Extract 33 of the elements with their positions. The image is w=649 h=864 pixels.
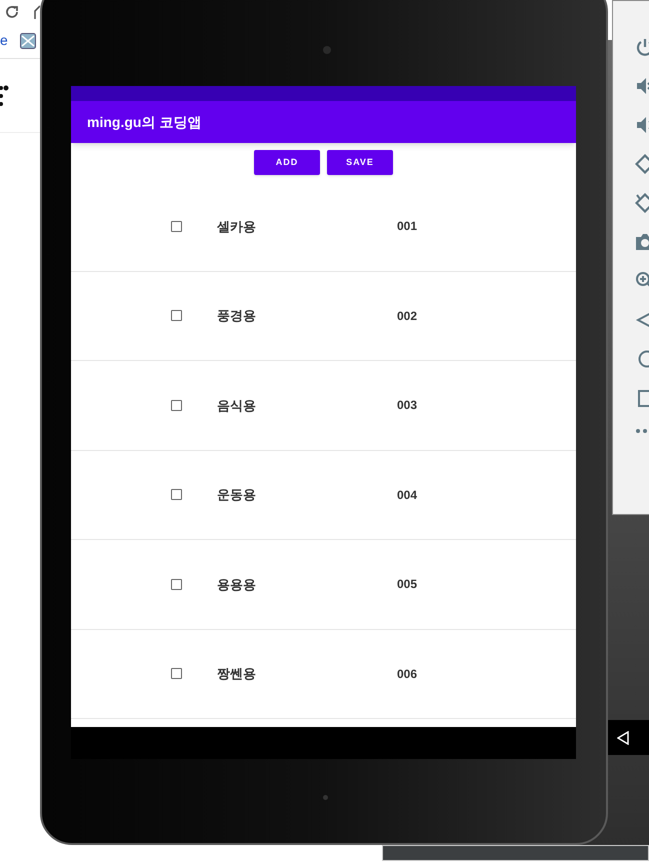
item-code: 002 xyxy=(397,308,418,325)
more-icon[interactable] xyxy=(0,84,10,108)
item-name: 운동용 xyxy=(217,486,257,504)
item-name: 짱쎈용 xyxy=(217,665,257,683)
rotate-right-icon[interactable] xyxy=(635,193,649,213)
rotate-left-icon[interactable] xyxy=(635,154,649,174)
action-button[interactable]: SAVE xyxy=(327,150,393,175)
front-camera xyxy=(323,46,331,54)
item-name: 풍경용 xyxy=(217,307,257,325)
checkbox[interactable] xyxy=(171,220,182,232)
checkbox[interactable] xyxy=(171,578,182,590)
checkbox[interactable] xyxy=(171,400,182,411)
item-code: 001 xyxy=(397,218,418,236)
item-code: 003 xyxy=(397,397,418,414)
overview-icon[interactable] xyxy=(635,388,649,408)
checkbox[interactable] xyxy=(171,489,182,500)
app-title: ming.gu의 코딩앱 xyxy=(87,112,202,132)
bookmark-link[interactable]: e xyxy=(0,33,8,47)
reload-icon[interactable] xyxy=(4,4,20,20)
item-name: 용용용 xyxy=(217,576,257,594)
power-icon[interactable] xyxy=(635,37,649,57)
image-icon[interactable] xyxy=(20,33,36,49)
volume-mute-icon[interactable] xyxy=(635,76,649,96)
item-code: 006 xyxy=(397,666,418,683)
item-code: 004 xyxy=(397,486,418,504)
camera-icon[interactable] xyxy=(635,232,649,252)
checkbox[interactable] xyxy=(171,668,182,680)
item-code: 005 xyxy=(397,576,418,594)
volume-icon[interactable] xyxy=(635,115,649,135)
checkbox[interactable] xyxy=(171,310,182,322)
item-name: 셀카용 xyxy=(217,218,257,236)
item-name: 음식용 xyxy=(217,396,257,414)
action-button[interactable]: ADD xyxy=(254,150,320,175)
